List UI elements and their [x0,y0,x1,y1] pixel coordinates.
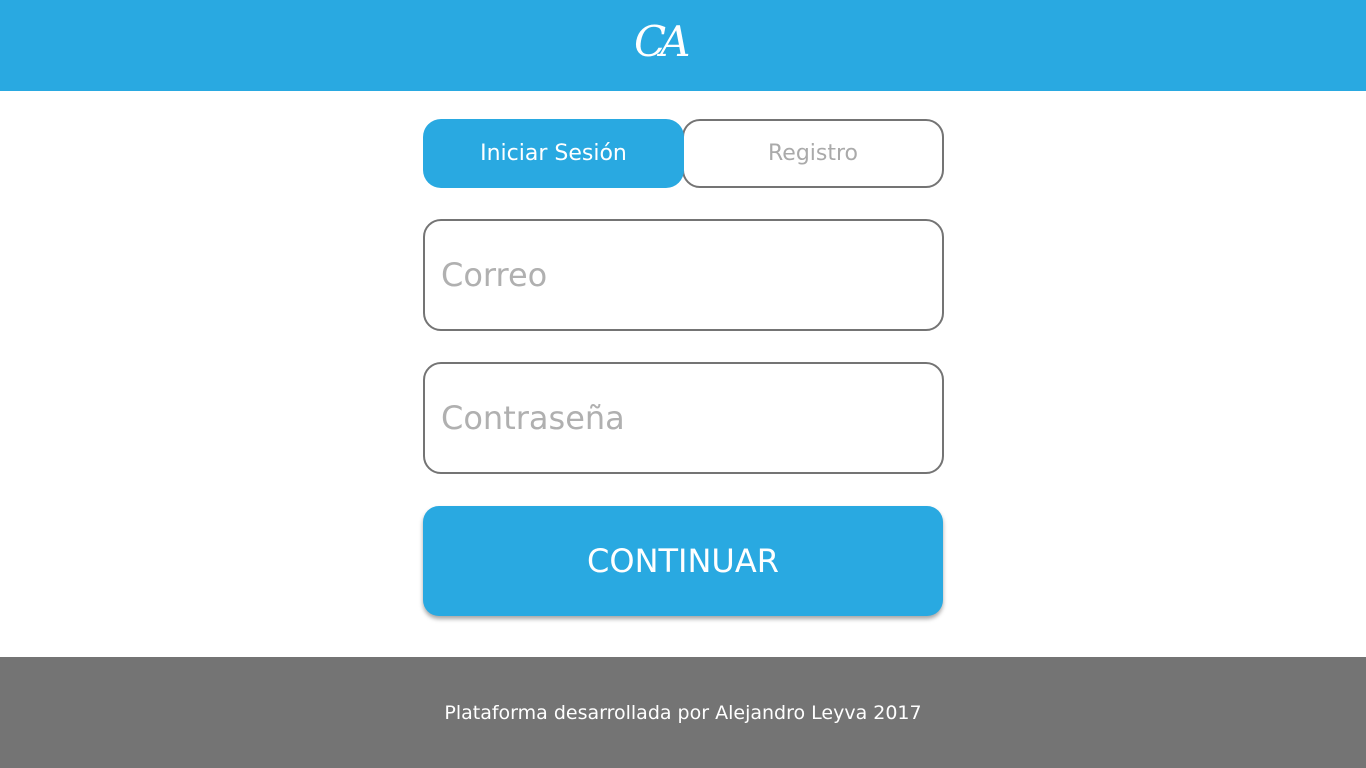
footer-credit-text: Plataforma desarrollada por Alejandro Le… [444,701,922,724]
top-header-bar: CA [0,0,1366,91]
tab-iniciar-sesion[interactable]: Iniciar Sesión [423,119,684,188]
email-field[interactable] [423,219,944,331]
continue-button[interactable]: CONTINUAR [423,506,943,616]
password-field[interactable] [423,362,944,474]
tab-registro[interactable]: Registro [682,119,944,188]
brand-logo: CA [634,17,691,66]
footer-bar: Plataforma desarrollada por Alejandro Le… [0,657,1366,768]
auth-tabs: Iniciar Sesión Registro [423,119,944,188]
